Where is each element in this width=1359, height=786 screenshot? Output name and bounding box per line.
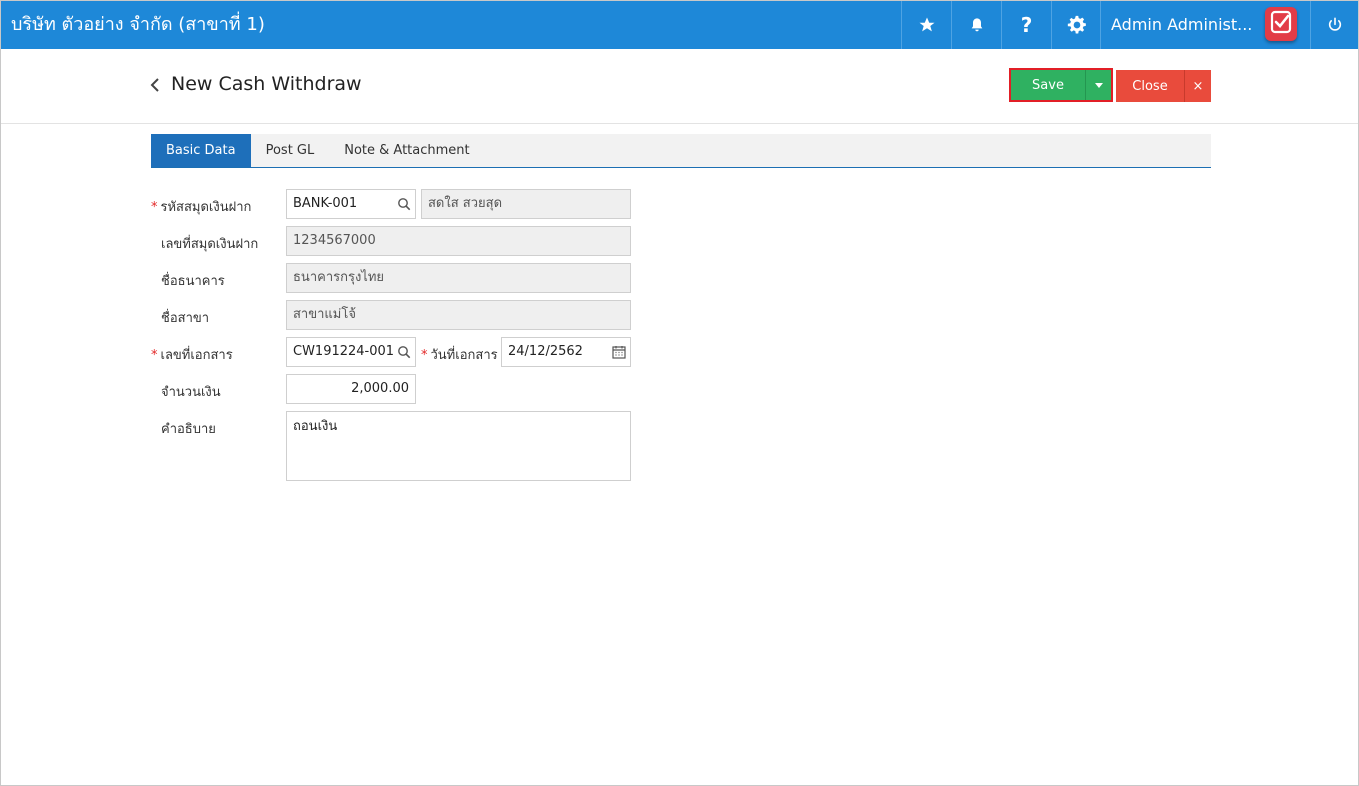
description-textarea[interactable]: ถอนเงิน <box>286 411 631 481</box>
page-title: New Cash Withdraw <box>171 73 362 95</box>
user-menu[interactable]: Admin Administ... <box>1100 1 1310 49</box>
logout-button[interactable] <box>1310 1 1358 49</box>
search-icon[interactable] <box>397 197 411 211</box>
tab-bar: Basic Data Post GL Note & Attachment <box>151 134 1211 168</box>
doc-no-label: * เลขที่เอกสาร <box>151 344 233 365</box>
close-button-group: Close × <box>1116 70 1211 102</box>
check-badge-icon <box>1270 10 1292 34</box>
bank-book-code-label-text: รหัสสมุดเงินฝาก <box>160 200 252 215</box>
app-logo <box>1265 7 1297 41</box>
bank-book-code-value: BANK-001 <box>293 196 358 211</box>
page-header: New Cash Withdraw Save Close × <box>1 49 1358 124</box>
doc-date-input[interactable]: 24/12/2562 <box>501 337 631 367</box>
tab-post-gl[interactable]: Post GL <box>251 134 330 167</box>
settings-button[interactable] <box>1051 1 1101 49</box>
description-label: คำอธิบาย <box>151 418 216 439</box>
amount-input[interactable]: 2,000.00 <box>286 374 416 404</box>
save-button[interactable]: Save <box>1011 70 1086 100</box>
close-x-button[interactable]: × <box>1185 70 1211 102</box>
bank-name-label: ชื่อธนาคาร <box>151 270 225 291</box>
branch-name-label: ชื่อสาขา <box>151 307 209 328</box>
doc-no-input[interactable]: CW191224-001 <box>286 337 416 367</box>
bell-icon <box>971 18 982 32</box>
doc-date-label-text: วันที่เอกสาร <box>430 348 498 363</box>
doc-date-label: * วันที่เอกสาร <box>421 344 498 365</box>
doc-date-value: 24/12/2562 <box>508 344 583 359</box>
save-button-group: Save <box>1009 68 1113 102</box>
back-chevron-icon[interactable] <box>149 77 161 93</box>
search-icon[interactable] <box>397 345 411 359</box>
bank-name-label-text: ชื่อธนาคาร <box>161 274 225 289</box>
help-button[interactable]: ? <box>1001 1 1051 49</box>
required-mark: * <box>421 348 428 363</box>
required-mark: * <box>151 200 158 215</box>
doc-no-value: CW191224-001 <box>293 344 395 359</box>
star-icon <box>919 17 934 32</box>
branch-name-label-text: ชื่อสาขา <box>161 311 210 326</box>
company-name[interactable]: บริษัท ตัวอย่าง จำกัด (สาขาที่ 1) <box>11 1 265 49</box>
tab-basic-data[interactable]: Basic Data <box>151 134 251 167</box>
user-name: Admin Administ... <box>1111 15 1253 34</box>
doc-no-label-text: เลขที่เอกสาร <box>160 348 233 363</box>
bank-book-no-label: เลขที่สมุดเงินฝาก <box>151 233 258 254</box>
calendar-icon[interactable] <box>612 345 626 359</box>
bank-name-field: ธนาคารกรุงไทย <box>286 263 631 293</box>
bank-book-no-field: 1234567000 <box>286 226 631 256</box>
tab-note-attachment[interactable]: Note & Attachment <box>329 134 484 167</box>
required-mark: * <box>151 348 158 363</box>
favorites-button[interactable] <box>901 1 951 49</box>
bank-book-code-input[interactable]: BANK-001 <box>286 189 416 219</box>
description-label-text: คำอธิบาย <box>161 422 216 437</box>
save-dropdown-button[interactable] <box>1086 70 1111 100</box>
amount-label: จำนวนเงิน <box>151 381 221 402</box>
bank-book-no-label-text: เลขที่สมุดเงินฝาก <box>161 237 259 252</box>
close-button[interactable]: Close <box>1116 70 1185 102</box>
bank-book-name-field: สดใส สวยสุด <box>421 189 631 219</box>
amount-label-text: จำนวนเงิน <box>161 385 221 400</box>
power-icon <box>1328 17 1341 31</box>
branch-name-field: สาขาแม่โจ้ <box>286 300 631 330</box>
gear-icon <box>1067 15 1086 34</box>
top-bar: บริษัท ตัวอย่าง จำกัด (สาขาที่ 1) ? Admi… <box>1 1 1358 49</box>
caret-down-icon <box>1094 82 1103 88</box>
help-icon: ? <box>1020 13 1033 37</box>
notifications-button[interactable] <box>951 1 1001 49</box>
bank-book-code-label: * รหัสสมุดเงินฝาก <box>151 196 251 217</box>
